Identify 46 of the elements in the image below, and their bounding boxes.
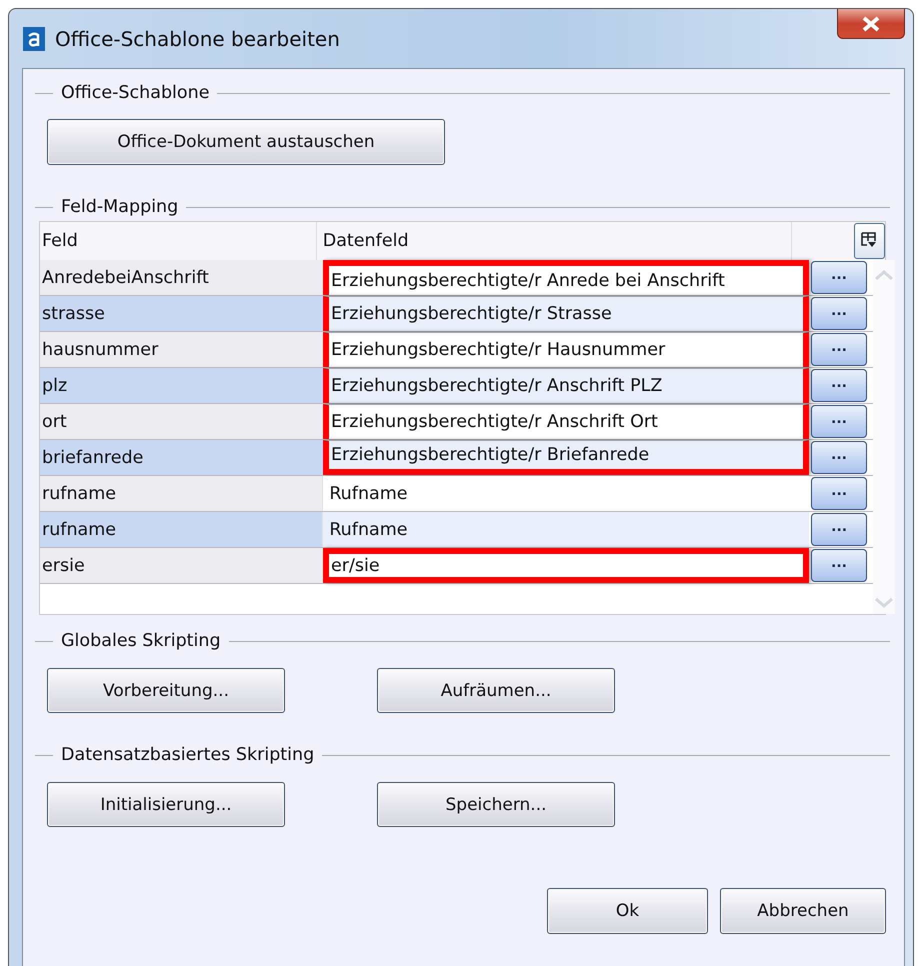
app-icon bbox=[23, 26, 45, 50]
table-cell: rufname bbox=[40, 476, 322, 511]
window-title: Office-Schablone bearbeiten bbox=[55, 26, 340, 50]
script-button[interactable]: Aufräumen... bbox=[377, 668, 615, 713]
browse-button[interactable]: ... bbox=[811, 441, 867, 474]
table-cell: Erziehungsberechtigte/r Anschrift PLZ bbox=[323, 368, 809, 403]
browse-button[interactable]: ... bbox=[811, 369, 867, 402]
section-heading: Office-Schablone bbox=[61, 83, 210, 103]
dialog-button[interactable]: Abbrechen bbox=[720, 888, 886, 934]
browse-button[interactable]: ... bbox=[811, 261, 867, 294]
table-cell: Rufname bbox=[322, 512, 810, 547]
table-cell: Erziehungsberechtigte/r Strasse bbox=[323, 296, 809, 331]
table-cell: ersie bbox=[40, 548, 323, 583]
section-heading: Globales Skripting bbox=[61, 631, 221, 651]
close-button[interactable] bbox=[837, 9, 905, 39]
browse-button[interactable]: ... bbox=[811, 405, 867, 438]
browse-button[interactable]: ... bbox=[811, 333, 867, 366]
script-button[interactable]: Initialisierung... bbox=[47, 782, 285, 827]
column-header: Feld bbox=[41, 230, 79, 253]
table-cell: Erziehungsberechtigte/r Anrede bei Anschrift bbox=[323, 260, 809, 295]
table-cell: Erziehungsberechtigte/r Hausnummer bbox=[323, 332, 809, 367]
browse-button[interactable]: ... bbox=[811, 513, 868, 546]
column-chooser-button[interactable] bbox=[854, 223, 885, 259]
browse-button[interactable]: ... bbox=[811, 549, 867, 582]
script-button[interactable]: Vorbereitung... bbox=[47, 668, 285, 713]
section-heading: Feld-Mapping bbox=[61, 197, 178, 217]
close-icon bbox=[861, 16, 881, 32]
replace-document-button[interactable]: Office-Dokument austauschen bbox=[47, 119, 445, 165]
table-cell: strasse bbox=[40, 296, 323, 331]
browse-button[interactable]: ... bbox=[811, 477, 868, 510]
table-cell: Erziehungsberechtigte/r Anschrift Ort bbox=[323, 404, 809, 439]
table-cell: plz bbox=[40, 368, 323, 403]
scrollbar[interactable] bbox=[873, 260, 895, 614]
table-cell: AnredebeiAnschrift bbox=[40, 260, 323, 295]
table-cell: briefanrede bbox=[40, 440, 323, 475]
section-heading: Datensatzbasiertes Skripting bbox=[61, 745, 314, 765]
scroll-up-icon bbox=[873, 268, 895, 282]
table-cell: hausnummer bbox=[40, 332, 323, 367]
browse-button[interactable]: ... bbox=[811, 297, 867, 330]
table-cell: er/sie bbox=[323, 548, 809, 583]
table-cell: rufname bbox=[40, 512, 322, 547]
table-cell: ort bbox=[40, 404, 323, 439]
table-cell: Erziehungsberechtigte/r Briefanrede bbox=[323, 440, 809, 475]
script-button[interactable]: Speichern... bbox=[377, 782, 615, 827]
dialog-button[interactable]: Ok bbox=[547, 888, 708, 934]
scroll-down-icon bbox=[873, 596, 895, 610]
